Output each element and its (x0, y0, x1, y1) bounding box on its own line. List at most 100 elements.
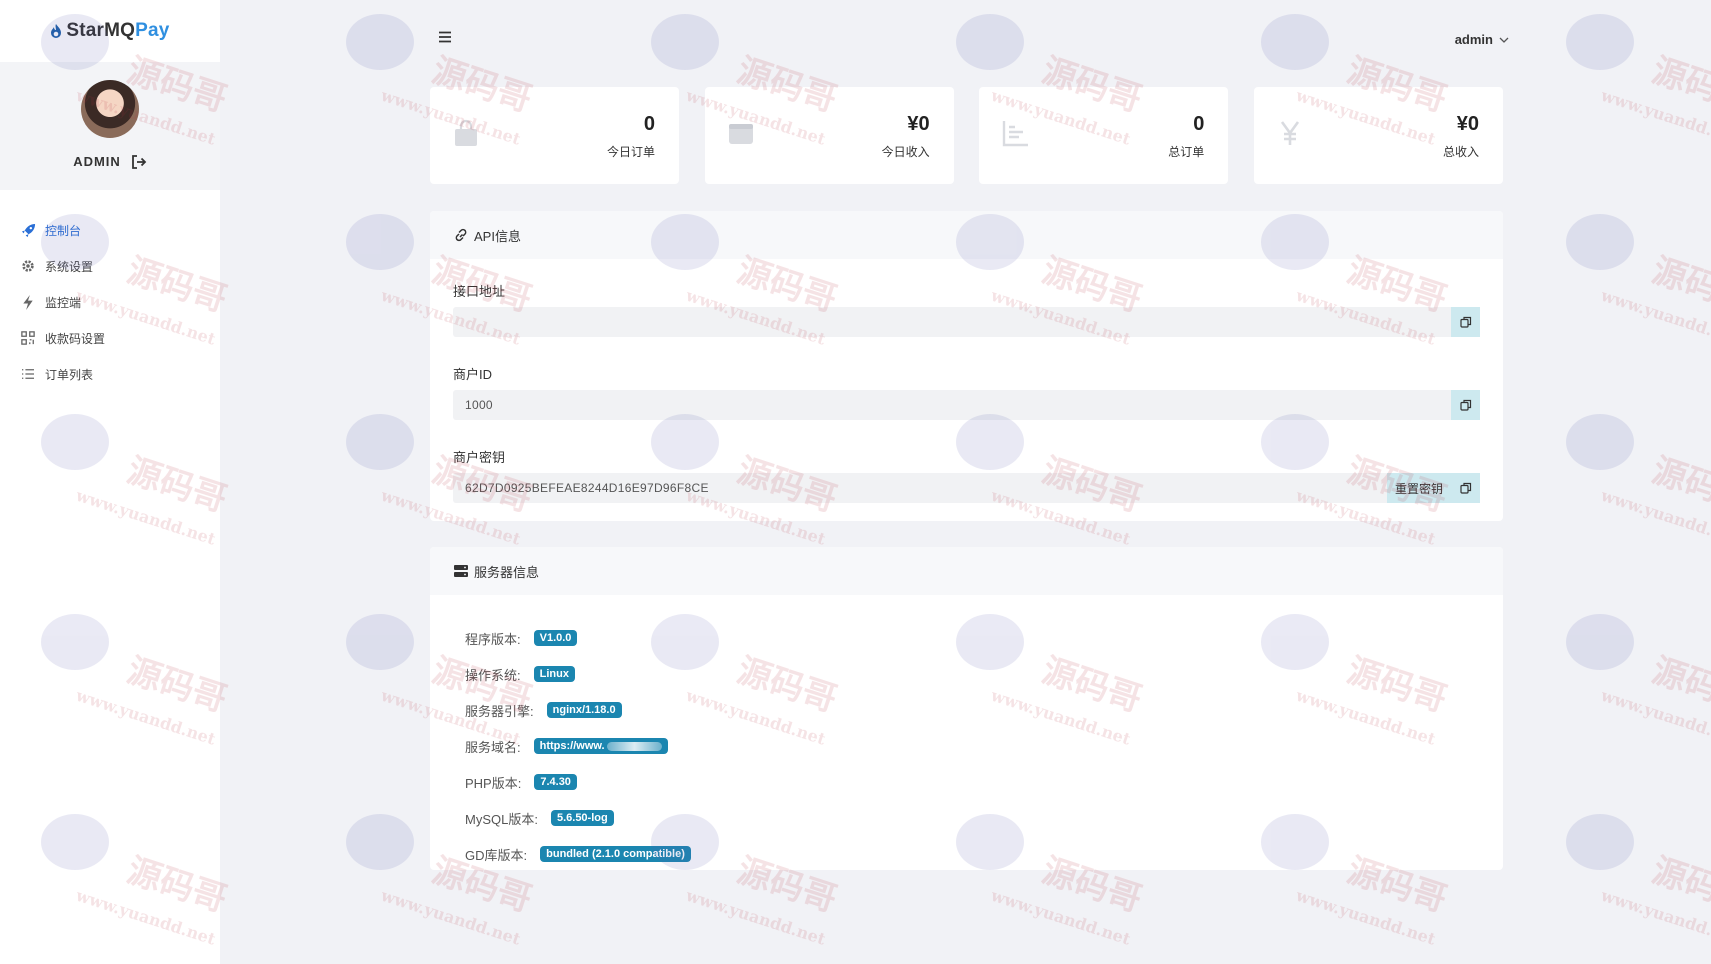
stat-card-total-orders: 0 总订单 (979, 87, 1229, 184)
server-row-domain: 服务域名: https://www. (465, 728, 1468, 764)
bolt-icon (20, 294, 36, 310)
svg-text:www.yuandd.net: www.yuandd.net (1598, 685, 1711, 748)
server-row-label: 程序版本: (465, 631, 521, 647)
avatar[interactable] (81, 80, 139, 138)
merchant-id-field (453, 390, 1480, 420)
merchant-key-input[interactable] (453, 473, 1387, 503)
stat-label: 今日订单 (606, 145, 655, 159)
server-row-label: PHP版本: (465, 775, 522, 791)
watermark-tile: 源码哥www.yuandd.net (1566, 214, 1711, 349)
copy-merchant-key-button[interactable] (1451, 473, 1480, 503)
link-icon (455, 228, 467, 242)
engine-badge: nginx/1.18.0 (546, 702, 622, 718)
redacted-blur (606, 741, 662, 751)
stat-label: 总订单 (1168, 145, 1205, 159)
server-row-version: 程序版本: V1.0.0 (465, 620, 1468, 656)
svg-text:源码哥: 源码哥 (1647, 651, 1711, 721)
sidebar-item-label: 控制台 (45, 223, 82, 238)
sidebar-item-monitor[interactable]: 监控端 (0, 284, 220, 320)
copy-icon (1459, 482, 1471, 494)
server-info-card: 服务器信息 程序版本: V1.0.0 操作系统: Linux 服务器引擎: ng… (430, 547, 1503, 870)
svg-text:www.yuandd.net: www.yuandd.net (378, 885, 524, 948)
logout-icon[interactable] (131, 154, 147, 169)
svg-text:源码哥: 源码哥 (1647, 251, 1711, 321)
yen-icon (1280, 121, 1300, 145)
server-row-engine: 服务器引擎: nginx/1.18.0 (465, 692, 1468, 728)
watermark-tile: 源码哥www.yuandd.net (1566, 14, 1711, 149)
list-icon (20, 366, 36, 382)
stat-value: ¥0 (907, 113, 930, 135)
brand-logo[interactable]: StarMQ Pay (0, 0, 220, 62)
watermark-tile: 源码哥www.yuandd.net (1566, 614, 1711, 749)
svg-text:www.yuandd.net: www.yuandd.net (988, 885, 1134, 948)
gear-icon (20, 258, 36, 274)
sidebar-nav: 控制台 系统设置 监控端 收款码设置 订单列表 (0, 212, 220, 392)
server-row-mysql: MySQL版本: 5.6.50-log (465, 800, 1468, 836)
rocket-icon (20, 222, 36, 238)
sidebar-item-qrcode[interactable]: 收款码设置 (0, 320, 220, 356)
flame-icon (51, 24, 62, 38)
domain-badge-text: https://www. (539, 740, 605, 752)
domain-badge: https://www. (533, 738, 668, 754)
sidebar-item-label: 监控端 (45, 295, 82, 310)
user-menu[interactable]: admin (1455, 32, 1509, 47)
api-url-input[interactable] (453, 307, 1451, 337)
server-row-php: PHP版本: 7.4.30 (465, 764, 1468, 800)
svg-text:www.yuandd.net: www.yuandd.net (1598, 85, 1711, 148)
brand-name-part1: StarMQ (66, 20, 136, 41)
api-info-card: API信息 接口地址 商户ID 商户密钥 重置密钥 (430, 211, 1503, 521)
shopping-bag-icon (455, 119, 477, 146)
svg-text:www.yuandd.net: www.yuandd.net (683, 885, 829, 948)
merchant-id-input[interactable] (453, 390, 1451, 420)
copy-merchant-id-button[interactable] (1451, 390, 1480, 420)
stat-value: 0 (1193, 113, 1205, 135)
stat-label: 今日收入 (881, 145, 930, 159)
mysql-badge: 5.6.50-log (550, 810, 614, 826)
server-row-gd: GD库版本: bundled (2.1.0 compatible) (465, 836, 1468, 870)
stat-card-today-income: ¥0 今日收入 (704, 87, 954, 184)
merchant-key-field: 重置密钥 (453, 473, 1480, 503)
php-badge: 7.4.30 (534, 774, 577, 790)
api-url-label: 接口地址 (453, 284, 506, 299)
watermark-tile: 源码哥www.yuandd.net (1566, 814, 1711, 949)
hamburger-icon[interactable] (438, 31, 452, 43)
sidebar-item-settings[interactable]: 系统设置 (0, 248, 220, 284)
merchant-id-label: 商户ID (453, 367, 493, 382)
profile-username: ADMIN (73, 154, 121, 169)
api-info-header: API信息 (430, 211, 1503, 259)
server-info-header: 服务器信息 (430, 547, 1503, 595)
merchant-key-label: 商户密钥 (453, 450, 506, 465)
sidebar-item-orders[interactable]: 订单列表 (0, 356, 220, 392)
sidebar-item-dashboard[interactable]: 控制台 (0, 212, 220, 248)
stat-card-today-orders: 0 今日订单 (430, 87, 679, 184)
version-badge: V1.0.0 (533, 630, 578, 646)
sidebar-item-label: 系统设置 (45, 259, 94, 274)
svg-text:源码哥: 源码哥 (1647, 51, 1711, 121)
profile-panel: ADMIN (0, 62, 220, 190)
server-row-os: 操作系统: Linux (465, 656, 1468, 692)
server-row-label: 服务器引擎: (465, 703, 534, 719)
svg-text:源码哥: 源码哥 (1647, 451, 1711, 521)
copy-icon (1459, 316, 1471, 328)
sidebar-item-label: 订单列表 (45, 367, 94, 382)
server-row-label: MySQL版本: (465, 811, 538, 827)
sidebar: StarMQ Pay ADMIN 控制台 系统设置 监控端 收款码设置 订单列表 (0, 0, 220, 964)
server-row-label: GD库版本: (465, 847, 528, 863)
qrcode-icon (20, 330, 36, 346)
svg-text:源码哥: 源码哥 (1647, 851, 1711, 921)
user-menu-name: admin (1454, 32, 1493, 47)
brand-name-part2: Pay (135, 20, 170, 41)
stat-card-total-income: ¥0 总收入 (1253, 87, 1503, 184)
os-badge: Linux (533, 666, 575, 682)
svg-text:www.yuandd.net: www.yuandd.net (1598, 485, 1711, 548)
server-info-title: 服务器信息 (474, 564, 540, 580)
stat-label: 总收入 (1442, 145, 1479, 159)
copy-api-url-button[interactable] (1451, 307, 1480, 337)
stat-value: 0 (643, 113, 655, 135)
svg-text:www.yuandd.net: www.yuandd.net (1293, 885, 1439, 948)
svg-text:www.yuandd.net: www.yuandd.net (1598, 285, 1711, 348)
svg-text:www.yuandd.net: www.yuandd.net (1598, 885, 1711, 948)
reset-key-button[interactable]: 重置密钥 (1386, 473, 1451, 503)
sidebar-item-label: 收款码设置 (45, 331, 106, 346)
gd-badge: bundled (2.1.0 compatible) (540, 846, 691, 862)
